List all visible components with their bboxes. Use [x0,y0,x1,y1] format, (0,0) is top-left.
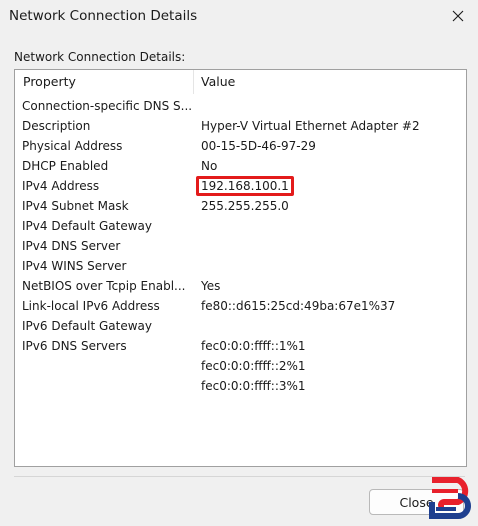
row-value: 255.255.255.0 [201,199,289,213]
row-value: 00-15-5D-46-97-29 [201,139,316,153]
logo-icon [429,477,471,519]
row-value [194,96,466,116]
list-row[interactable]: fec0:0:0:ffff::3%1 [15,376,466,396]
list-row[interactable]: IPv4 Subnet Mask 255.255.255.0 [15,196,466,216]
row-value [194,236,466,256]
list-row[interactable]: IPv4 DNS Server [15,236,466,256]
window-title: Network Connection Details [9,8,198,24]
list-row[interactable]: IPv4 WINS Server [15,256,466,276]
row-property: IPv4 DNS Server [22,239,121,253]
close-icon [452,10,464,22]
row-property: DHCP Enabled [22,159,109,173]
row-property: IPv4 WINS Server [22,259,127,273]
list-row[interactable]: IPv4 Address 192.168.100.1 [15,176,466,196]
row-value [194,256,466,276]
list-row[interactable]: IPv6 Default Gateway [15,316,466,336]
list-row[interactable]: fec0:0:0:ffff::2%1 [15,356,466,376]
list-row[interactable]: DHCP Enabled No [15,156,466,176]
list-row[interactable]: Link-local IPv6 Address fe80::d615:25cd:4… [15,296,466,316]
title-bar: Network Connection Details [0,0,478,32]
row-property [15,376,194,396]
list-row[interactable]: NetBIOS over Tcpip Enabl... Yes [15,276,466,296]
list-row[interactable]: Physical Address 00-15-5D-46-97-29 [15,136,466,156]
row-property: Link-local IPv6 Address [22,299,160,313]
row-value: 192.168.100.1 [194,176,466,196]
row-value: fec0:0:0:ffff::3%1 [201,379,306,393]
row-value: fec0:0:0:ffff::2%1 [201,359,306,373]
column-header-property[interactable]: Property [15,70,194,94]
list-row[interactable]: Description Hyper-V Virtual Ethernet Adap… [15,116,466,136]
row-property: IPv6 DNS Servers [22,339,127,353]
window-close-button[interactable] [438,0,478,32]
row-value [194,216,466,236]
details-listview[interactable]: Property Value Connection-specific DNS S… [14,69,467,467]
list-row[interactable]: IPv6 DNS Servers fec0:0:0:ffff::1%1 [15,336,466,356]
row-property: NetBIOS over Tcpip Enabl... [22,279,186,293]
row-property: Description [22,119,91,133]
row-property: IPv4 Address [22,179,100,193]
row-property: IPv4 Subnet Mask [22,199,129,213]
ipv4-address-highlight: 192.168.100.1 [196,176,294,196]
row-property: Physical Address [22,139,123,153]
list-rows: Connection-specific DNS S... Description… [15,96,466,396]
row-value: fe80::d615:25cd:49ba:67e1%37 [201,299,396,313]
column-header-value[interactable]: Value [194,70,235,94]
row-value: No [201,159,218,173]
list-row[interactable]: Connection-specific DNS S... [15,96,466,116]
row-property: Connection-specific DNS S... [22,99,193,113]
list-row[interactable]: IPv4 Default Gateway [15,216,466,236]
list-header: Property Value [15,70,466,94]
row-property [15,356,194,376]
row-value: Hyper-V Virtual Ethernet Adapter #2 [201,119,420,133]
section-label: Network Connection Details: [14,50,186,64]
row-value [194,316,466,336]
row-property: IPv6 Default Gateway [22,319,152,333]
row-property: IPv4 Default Gateway [22,219,152,233]
divider [14,476,465,477]
row-value: Yes [201,279,221,293]
row-value: fec0:0:0:ffff::1%1 [201,339,306,353]
